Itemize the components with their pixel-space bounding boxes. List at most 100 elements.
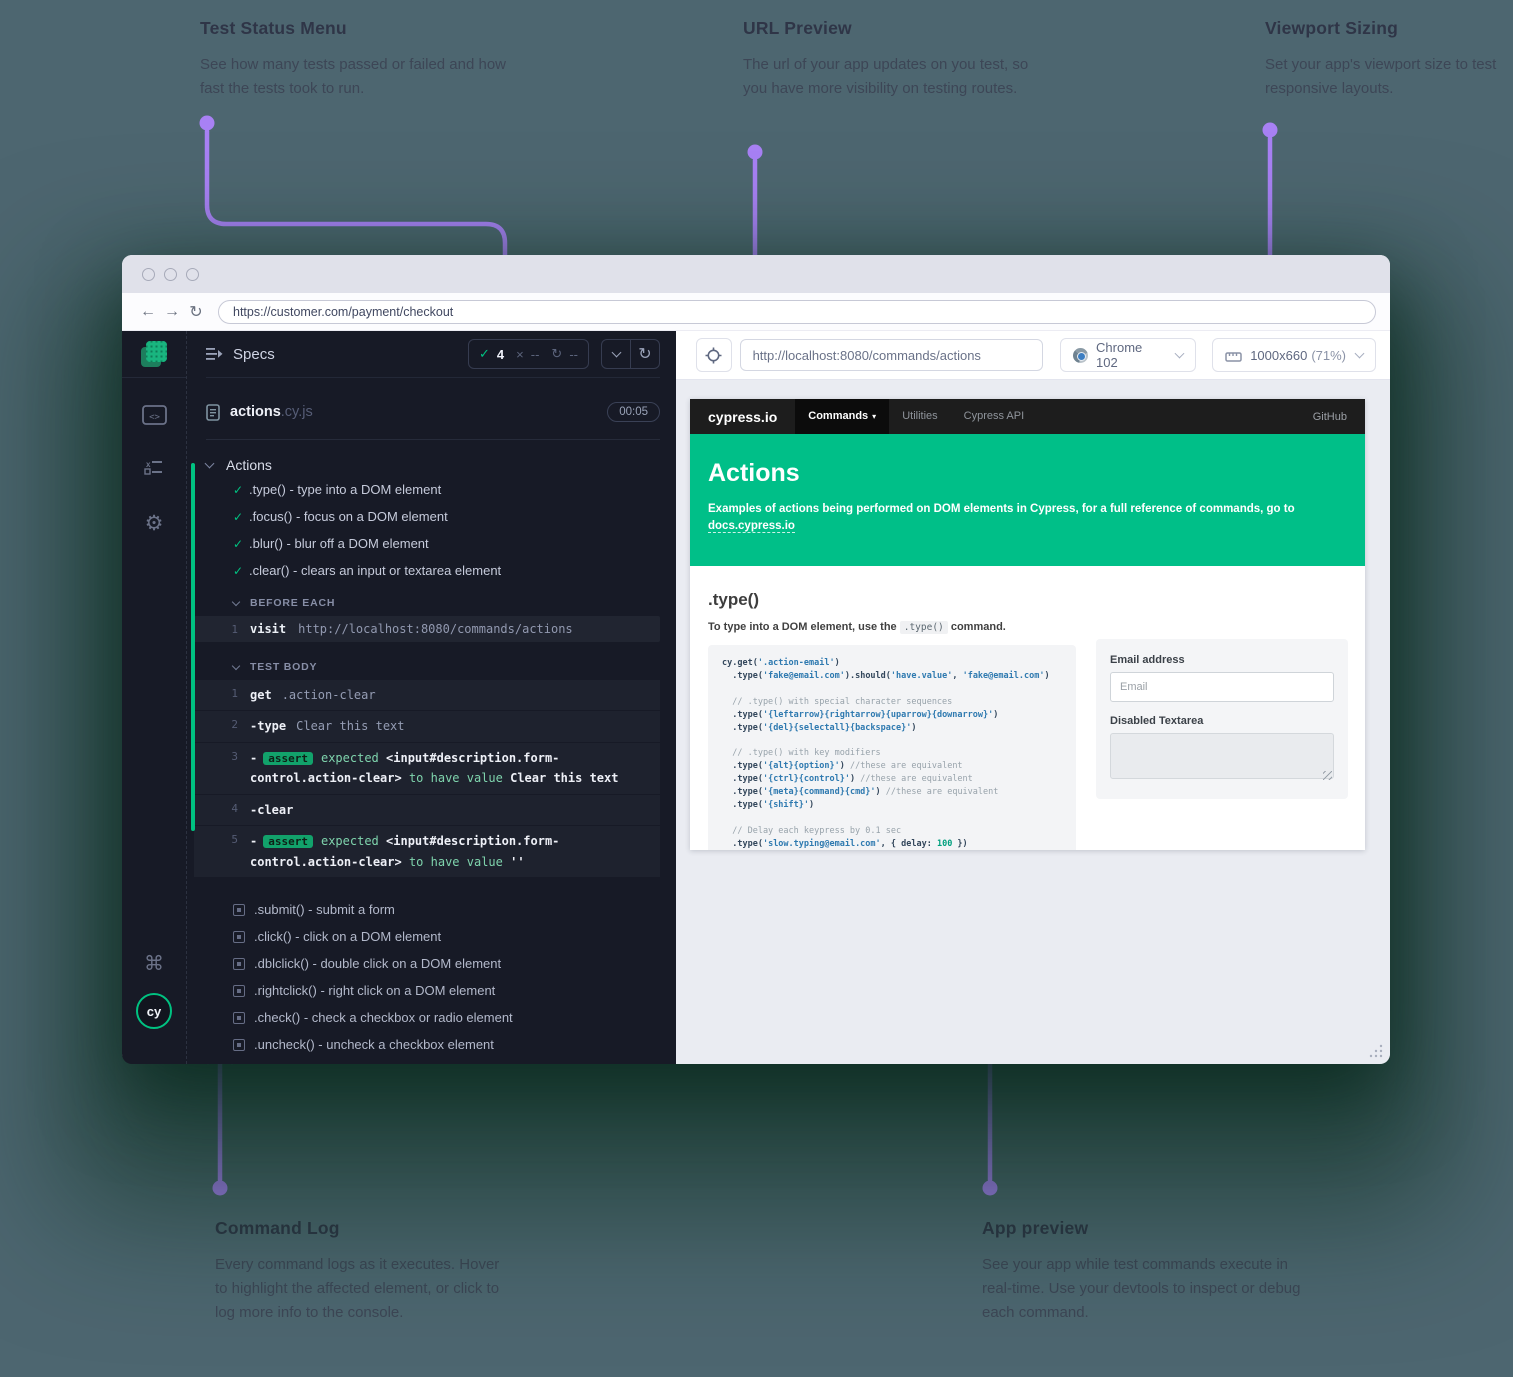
aut-frame-area: cypress.io Commands▾UtilitiesCypress API… bbox=[676, 380, 1390, 1064]
test-label: .blur() - blur off a DOM element bbox=[249, 536, 429, 551]
command-content: get.action-clear bbox=[250, 685, 650, 705]
specs-menu-icon[interactable] bbox=[206, 348, 223, 360]
command-row-visit[interactable]: 1 visit http://localhost:8080/commands/a… bbox=[194, 616, 660, 642]
code-line: .type('{ctrl}{control}') //these are equ… bbox=[722, 773, 1062, 786]
app-url-input[interactable] bbox=[740, 339, 1043, 371]
specs-browser-icon[interactable] bbox=[141, 341, 167, 367]
spec-file-row[interactable]: actions .cy.js 00:05 bbox=[206, 394, 660, 430]
test-row-pending[interactable]: .select() - select an option in a <selec… bbox=[206, 1058, 660, 1064]
svg-text:x: x bbox=[146, 460, 151, 469]
chevron-down-icon bbox=[232, 661, 240, 669]
command-row[interactable]: 2-typeClear this text bbox=[194, 711, 660, 741]
app-nav-github[interactable]: GitHub bbox=[1295, 411, 1365, 423]
suite-header[interactable]: Actions bbox=[206, 454, 660, 476]
gear-icon[interactable]: ⚙ bbox=[122, 511, 186, 536]
command-content: -assertexpected <input#description.form-… bbox=[250, 831, 650, 872]
collapse-all-button[interactable] bbox=[602, 340, 630, 368]
test-row-pending[interactable]: .click() - click on a DOM element bbox=[206, 923, 660, 950]
test-row-pending[interactable]: .submit() - submit a form bbox=[206, 896, 660, 923]
command-row[interactable]: 3-assertexpected <input#description.form… bbox=[194, 743, 660, 794]
viewport-size-button[interactable]: 1000x660 (71%) bbox=[1212, 338, 1376, 372]
app-nav-item-utilities[interactable]: Utilities bbox=[889, 399, 950, 434]
command-content: -typeClear this text bbox=[250, 716, 650, 736]
browser-select[interactable]: Chrome 102 bbox=[1060, 338, 1196, 372]
traffic-light-close[interactable] bbox=[142, 268, 155, 281]
command-row[interactable]: 5-assertexpected <input#description.form… bbox=[194, 826, 660, 877]
test-row-pending[interactable]: .rightclick() - right click on a DOM ele… bbox=[206, 977, 660, 1004]
pending-box-icon bbox=[233, 931, 245, 943]
window-titlebar bbox=[122, 255, 1390, 293]
command-number: 4 bbox=[194, 800, 250, 820]
suite-name: Actions bbox=[226, 457, 272, 473]
command-row[interactable]: 4-clear bbox=[194, 795, 660, 825]
assert-value: Clear this text bbox=[510, 771, 618, 785]
test-row-pending[interactable]: .dblclick() - double click on a DOM elem… bbox=[206, 950, 660, 977]
command-name: - bbox=[250, 834, 257, 848]
specs-label[interactable]: Specs bbox=[233, 346, 275, 363]
before-each-header[interactable]: BEFORE EACH bbox=[206, 593, 660, 613]
chevron-down-icon bbox=[232, 597, 240, 605]
annotation-test-status-menu: Test Status Menu See how many tests pass… bbox=[200, 18, 510, 101]
test-row-passed[interactable]: ✓.clear() - clears an input or textarea … bbox=[206, 557, 660, 584]
divider bbox=[206, 439, 660, 440]
code-line: // .type() with special character sequen… bbox=[722, 696, 1062, 709]
test-label: .type() - type into a DOM element bbox=[249, 482, 441, 497]
pending-box-icon bbox=[233, 1012, 245, 1024]
reporter: Specs ✓ 4 × -- ↻ -- ↻ bbox=[187, 331, 676, 1064]
email-label: Email address bbox=[1110, 654, 1334, 666]
test-label: .click() - click on a DOM element bbox=[254, 929, 441, 944]
check-icon: ✓ bbox=[233, 483, 249, 497]
chrome-icon bbox=[1073, 348, 1088, 363]
address-bar[interactable]: https://customer.com/payment/checkout bbox=[218, 300, 1376, 324]
app-nav-item-commands[interactable]: Commands▾ bbox=[795, 399, 889, 434]
cypress-logo[interactable]: cy bbox=[122, 993, 186, 1029]
annotation-title: Viewport Sizing bbox=[1265, 18, 1500, 39]
test-body-header[interactable]: TEST BODY bbox=[206, 657, 660, 677]
passed-tests-list: ✓.type() - type into a DOM element✓.focu… bbox=[206, 476, 660, 584]
app-nav-item-cypress-api[interactable]: Cypress API bbox=[951, 399, 1038, 434]
browser-window: ← → ↻ https://customer.com/payment/check… bbox=[122, 255, 1390, 1063]
keyboard-shortcuts-icon[interactable]: ⌘ bbox=[122, 951, 186, 976]
rerun-tests-button[interactable]: ↻ bbox=[630, 340, 659, 368]
app-hero-title: Actions bbox=[708, 459, 1347, 488]
chevron-down-icon bbox=[1175, 349, 1185, 359]
assert-badge: assert bbox=[263, 835, 313, 848]
test-label: .submit() - submit a form bbox=[254, 902, 395, 917]
back-icon[interactable]: ← bbox=[136, 303, 160, 321]
reporter-header: Specs ✓ 4 × -- ↻ -- ↻ bbox=[206, 331, 660, 378]
test-row-passed[interactable]: ✓.blur() - blur off a DOM element bbox=[206, 530, 660, 557]
app-brand[interactable]: cypress.io bbox=[690, 409, 795, 425]
code-window-icon[interactable]: <> bbox=[122, 405, 186, 430]
reload-icon[interactable]: ↻ bbox=[184, 302, 208, 322]
email-field[interactable] bbox=[1110, 672, 1334, 702]
traffic-light-zoom[interactable] bbox=[186, 268, 199, 281]
test-status-menu[interactable]: ✓ 4 × -- ↻ -- bbox=[468, 339, 589, 369]
test-label: .clear() - clears an input or textarea e… bbox=[249, 563, 501, 578]
selector-playground-button[interactable] bbox=[696, 338, 732, 372]
docs-link[interactable]: docs.cypress.io bbox=[708, 520, 795, 533]
forward-icon[interactable]: → bbox=[160, 303, 184, 321]
dot-url-preview bbox=[748, 145, 763, 160]
dot-app-preview bbox=[983, 1181, 998, 1196]
annotation-command-log: Command Log Every command logs as it exe… bbox=[215, 1218, 515, 1325]
annotation-body: See how many tests passed or failed and … bbox=[200, 53, 510, 101]
command-row[interactable]: 1get.action-clear bbox=[194, 680, 660, 710]
test-row-pending[interactable]: .check() - check a checkbox or radio ele… bbox=[206, 1004, 660, 1031]
textarea-label: Disabled Textarea bbox=[1110, 715, 1334, 727]
test-row-passed[interactable]: ✓.type() - type into a DOM element bbox=[206, 476, 660, 503]
test-label: .check() - check a checkbox or radio ele… bbox=[254, 1010, 513, 1025]
test-results-icon[interactable]: x bbox=[122, 459, 186, 482]
test-row-passed[interactable]: ✓.focus() - focus on a DOM element bbox=[206, 503, 660, 530]
assert-expected: expected bbox=[321, 751, 386, 765]
annotation-title: App preview bbox=[982, 1218, 1312, 1239]
traffic-light-minimize[interactable] bbox=[164, 268, 177, 281]
svg-text:<>: <> bbox=[149, 413, 160, 423]
command-content: -assertexpected <input#description.form-… bbox=[250, 748, 650, 789]
caret-down-icon: ▾ bbox=[872, 412, 876, 421]
check-icon: ✓ bbox=[233, 564, 249, 578]
app-nav-items: Commands▾UtilitiesCypress API bbox=[795, 399, 1037, 434]
app-hero-subtitle: Examples of actions being performed on D… bbox=[708, 501, 1328, 534]
window-resize-handle[interactable] bbox=[1369, 1044, 1383, 1058]
test-row-pending[interactable]: .uncheck() - uncheck a checkbox element bbox=[206, 1031, 660, 1058]
test-label: .rightclick() - right click on a DOM ele… bbox=[254, 983, 495, 998]
